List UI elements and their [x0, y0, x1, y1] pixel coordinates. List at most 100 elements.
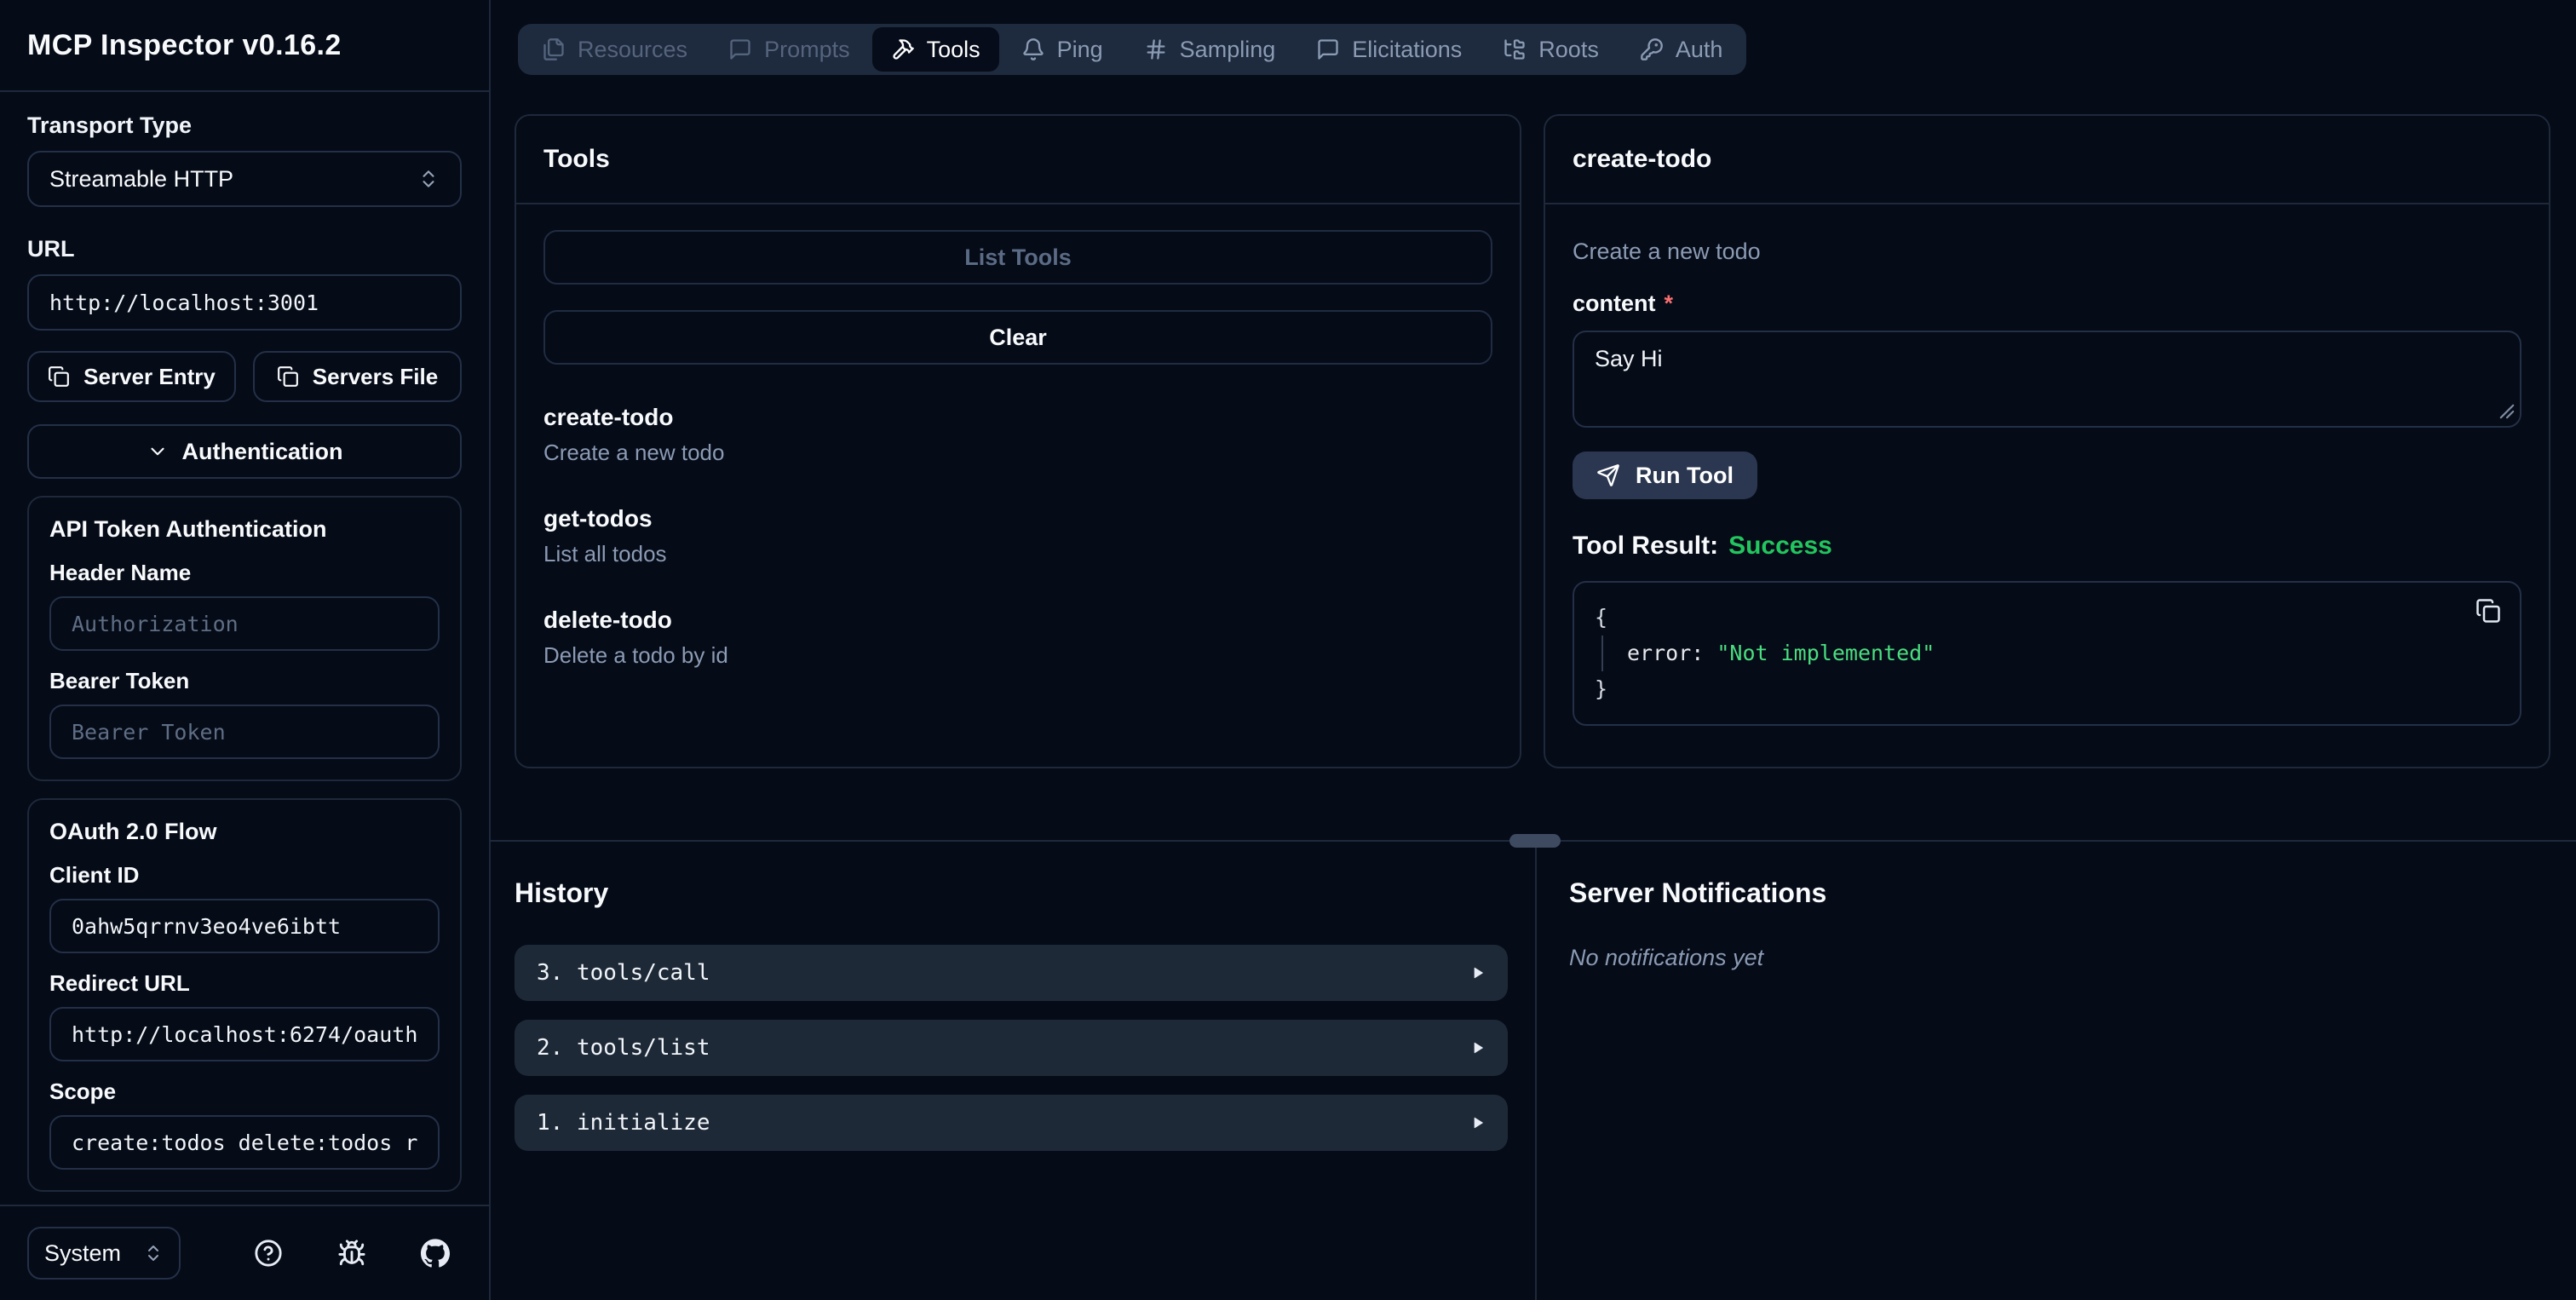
server-notifications-pane: Server Notifications No notifications ye…	[1535, 842, 2576, 1300]
copy-buttons-row: Server Entry Servers File	[27, 351, 462, 402]
circle-help-icon	[254, 1239, 283, 1268]
main-area: Resources Prompts Tools Ping Sampling El…	[491, 0, 2576, 1300]
api-token-card: API Token Authentication Header Name Bea…	[27, 496, 462, 781]
tools-list: create-todo Create a new todo get-todos …	[543, 404, 1492, 669]
tab-resources[interactable]: Resources	[523, 27, 706, 72]
copy-icon	[48, 365, 70, 388]
json-error-line: error: "Not implemented"	[1601, 636, 2499, 671]
message-square-icon	[728, 37, 752, 61]
bottom-panels-row: History 3. tools/call 2. tools/list 1. i…	[491, 842, 2576, 1300]
tab-ping[interactable]: Ping	[1003, 27, 1122, 72]
message-square-icon	[1316, 37, 1340, 61]
list-tools-button[interactable]: List Tools	[543, 230, 1492, 285]
tab-prompts[interactable]: Prompts	[710, 27, 869, 72]
copy-icon	[2475, 598, 2501, 624]
bell-icon	[1021, 37, 1045, 61]
tool-result-label: Tool Result:	[1573, 532, 1719, 560]
redirect-url-input[interactable]	[49, 1007, 440, 1061]
history-list: 3. tools/call 2. tools/list 1. initializ…	[515, 945, 1508, 1151]
selected-tool-body: Create a new todo content * Say Hi Run To…	[1545, 204, 2549, 767]
splitter-handle[interactable]	[1509, 834, 1561, 848]
copy-icon	[277, 365, 299, 388]
history-item-1-initialize[interactable]: 1. initialize	[515, 1095, 1508, 1151]
url-label: URL	[27, 236, 75, 262]
hammer-icon	[891, 37, 915, 61]
mcp-inspector-app: MCP Inspector v0.16.2 Transport Type Str…	[0, 0, 2576, 1300]
sidebar-header: MCP Inspector v0.16.2	[0, 0, 489, 92]
header-name-label: Header Name	[49, 560, 192, 585]
transport-type-value: Streamable HTTP	[49, 165, 234, 192]
oauth-title: OAuth 2.0 Flow	[49, 819, 217, 844]
transport-section: Transport Type Streamable HTTP	[27, 112, 462, 207]
resize-handle-icon[interactable]	[2499, 404, 2515, 419]
sidebar: MCP Inspector v0.16.2 Transport Type Str…	[0, 0, 491, 1300]
footer-icons	[254, 1239, 462, 1268]
send-icon	[1596, 463, 1620, 487]
nav-tabs: Resources Prompts Tools Ping Sampling El…	[518, 24, 1747, 75]
horizontal-splitter	[491, 834, 2576, 848]
tool-result-line: Tool Result: Success	[1573, 532, 2521, 561]
transport-type-select[interactable]: Streamable HTTP	[27, 151, 462, 207]
github-button[interactable]	[421, 1239, 450, 1268]
servers-file-button[interactable]: Servers File	[253, 351, 462, 402]
tools-panel: Tools List Tools Clear create-todo Creat…	[515, 114, 1521, 768]
server-notifications-title: Server Notifications	[1569, 877, 1827, 908]
bearer-token-input[interactable]	[49, 705, 440, 759]
client-id-input[interactable]	[49, 899, 440, 953]
chevrons-up-down-icon	[417, 168, 440, 190]
clear-tools-button[interactable]: Clear	[543, 310, 1492, 365]
redirect-url-label: Redirect URL	[49, 970, 190, 996]
api-token-title: API Token Authentication	[49, 516, 327, 542]
tab-tools[interactable]: Tools	[871, 27, 999, 72]
tab-roots[interactable]: Roots	[1484, 27, 1618, 72]
expand-arrow-icon	[1469, 964, 1486, 981]
tab-elicitations[interactable]: Elicitations	[1297, 27, 1481, 72]
tools-panel-body: List Tools Clear create-todo Create a ne…	[516, 204, 1520, 767]
tab-sampling[interactable]: Sampling	[1125, 27, 1295, 72]
hash-icon	[1144, 37, 1168, 61]
app-title: MCP Inspector v0.16.2	[27, 28, 342, 61]
copy-result-button[interactable]	[2475, 598, 2501, 624]
history-item-2-tools-list[interactable]: 2. tools/list	[515, 1020, 1508, 1076]
oauth-card: OAuth 2.0 Flow Client ID Redirect URL Sc…	[27, 798, 462, 1192]
top-panels-row: Tools List Tools Clear create-todo Creat…	[491, 75, 2576, 768]
chevrons-up-down-icon	[143, 1243, 164, 1263]
scope-input[interactable]	[49, 1115, 440, 1170]
selected-tool-title: create-todo	[1545, 116, 2549, 204]
debug-button[interactable]	[337, 1239, 366, 1268]
content-field-wrap: Say Hi	[1573, 331, 2521, 428]
tool-result-status: Success	[1728, 532, 1832, 560]
help-button[interactable]	[254, 1239, 283, 1268]
chevron-down-icon	[147, 440, 169, 463]
sidebar-footer: System	[0, 1205, 489, 1300]
key-icon	[1640, 37, 1664, 61]
notifications-empty-message: No notifications yet	[1569, 945, 1764, 970]
tool-result-json: { error: "Not implemented" }	[1573, 581, 2521, 726]
files-icon	[542, 37, 566, 61]
theme-select[interactable]: System	[27, 1227, 181, 1280]
authentication-toggle[interactable]: Authentication	[27, 424, 462, 479]
tool-item-create-todo[interactable]: create-todo Create a new todo	[543, 404, 1492, 466]
run-tool-button[interactable]: Run Tool	[1573, 452, 1757, 499]
content-field-input[interactable]: Say Hi	[1573, 331, 2521, 428]
tab-auth[interactable]: Auth	[1621, 27, 1742, 72]
header-name-input[interactable]	[49, 596, 440, 651]
history-title: History	[515, 877, 609, 908]
scope-label: Scope	[49, 1079, 117, 1104]
tools-panel-title: Tools	[516, 116, 1520, 204]
theme-select-value: System	[44, 1240, 122, 1266]
history-item-3-tools-call[interactable]: 3. tools/call	[515, 945, 1508, 1001]
required-asterisk: *	[1664, 290, 1674, 316]
selected-tool-panel: create-todo Create a new todo content * S…	[1544, 114, 2550, 768]
tool-item-delete-todo[interactable]: delete-todo Delete a todo by id	[543, 607, 1492, 669]
tool-item-get-todos[interactable]: get-todos List all todos	[543, 505, 1492, 567]
expand-arrow-icon	[1469, 1039, 1486, 1056]
content-field-label: content *	[1573, 290, 1674, 316]
bug-icon	[337, 1239, 366, 1268]
client-id-label: Client ID	[49, 862, 140, 888]
url-section: URL	[27, 236, 462, 331]
server-entry-button[interactable]: Server Entry	[27, 351, 236, 402]
url-input[interactable]	[27, 274, 462, 331]
bearer-token-label: Bearer Token	[49, 668, 190, 693]
sidebar-content: Transport Type Streamable HTTP URL Serve…	[0, 92, 489, 1205]
